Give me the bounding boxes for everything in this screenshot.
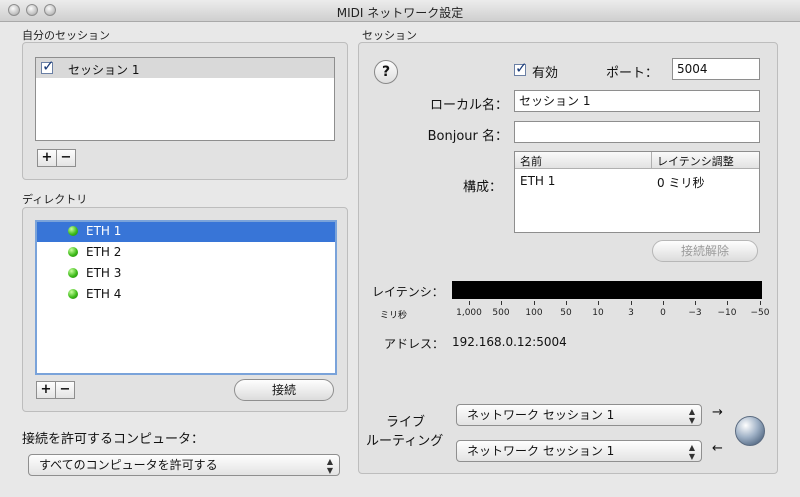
participant-name: ETH 1 xyxy=(520,174,556,188)
status-dot-icon xyxy=(68,226,78,236)
port-field[interactable]: 5004 xyxy=(672,58,760,80)
latency-tick-mark xyxy=(695,301,696,305)
bonjour-field[interactable] xyxy=(514,121,760,143)
remove-directory-button[interactable]: − xyxy=(55,381,75,399)
arrow-left-icon: ← xyxy=(712,441,723,456)
address-value: 192.168.0.12:5004 xyxy=(452,335,567,349)
participants-label: 構成： xyxy=(462,180,502,195)
latency-label: レイテンシ： xyxy=(372,285,444,299)
add-directory-button[interactable]: + xyxy=(36,381,56,399)
list-item[interactable]: ETH 4 xyxy=(68,284,121,304)
live-routing-label-1: ライブ xyxy=(386,415,426,430)
latency-tick-label: 500 xyxy=(492,308,510,318)
latency-tick-label: 0 xyxy=(660,308,666,318)
latency-tick-label: 3 xyxy=(628,308,634,318)
routing-in-popup[interactable]: ネットワーク セッション 1 ▲ ▼ xyxy=(456,404,702,426)
local-name-label: ローカル名： xyxy=(429,98,508,113)
list-item[interactable]: ETH 1 xyxy=(68,221,121,241)
latency-tick-mark xyxy=(631,301,632,305)
session-enabled-checkbox[interactable]: ✓ xyxy=(41,57,55,75)
latency-tick-label: 100 xyxy=(525,308,543,318)
latency-tick-mark xyxy=(598,301,599,305)
table-header: 名前 レイテンシ調整 xyxy=(515,152,759,169)
my-sessions-label: 自分のセッション xyxy=(22,29,110,42)
add-session-button[interactable]: + xyxy=(37,149,57,167)
chevron-updown-icon: ▲ ▼ xyxy=(326,457,333,475)
address-label: アドレス： xyxy=(384,337,445,351)
column-latency-header[interactable]: レイテンシ調整 xyxy=(657,153,734,169)
disconnect-button[interactable]: 接続解除 xyxy=(652,240,758,262)
allow-popup[interactable]: すべてのコンピュータを許可する ▲ ▼ xyxy=(28,454,340,476)
chevron-updown-icon: ▲ ▼ xyxy=(688,443,695,461)
status-dot-icon xyxy=(68,268,78,278)
help-button[interactable]: ? xyxy=(374,60,398,84)
participant-latency: 0 ミリ秒 xyxy=(657,176,705,190)
latency-tick-label: 50 xyxy=(560,308,572,318)
bonjour-label: Bonjour 名： xyxy=(427,129,508,144)
participants-table[interactable]: 名前 レイテンシ調整 ETH 1 0 ミリ秒 xyxy=(514,151,760,233)
column-divider xyxy=(651,152,652,168)
latency-tick-mark xyxy=(534,301,535,305)
latency-tick-label: −10 xyxy=(717,308,737,318)
window-title: MIDI ネットワーク設定 xyxy=(336,6,464,20)
latency-tick-mark xyxy=(727,301,728,305)
title-bar: MIDI ネットワーク設定 xyxy=(0,0,800,22)
my-sessions-group: ✓ セッション 1 + − xyxy=(22,42,348,180)
status-dot-icon xyxy=(68,247,78,257)
latency-tick-label: 10 xyxy=(592,308,604,318)
session-label: セッション xyxy=(362,29,417,42)
remove-session-button[interactable]: − xyxy=(56,149,76,167)
sessions-list[interactable]: ✓ セッション 1 xyxy=(35,57,335,141)
list-item[interactable]: ✓ セッション 1 xyxy=(36,57,334,78)
table-row[interactable]: ETH 1 0 ミリ秒 xyxy=(515,174,759,192)
latency-tick-mark xyxy=(566,301,567,305)
session-name: セッション 1 xyxy=(68,63,140,77)
column-name-header[interactable]: 名前 xyxy=(520,153,542,169)
list-item[interactable]: ETH 3 xyxy=(68,263,121,283)
directory-label: ディレクトリ xyxy=(22,193,88,206)
globe-icon xyxy=(735,416,765,446)
routing-out-popup[interactable]: ネットワーク セッション 1 ▲ ▼ xyxy=(456,440,702,462)
chevron-updown-icon: ▲ ▼ xyxy=(688,407,695,425)
latency-unit: ミリ秒 xyxy=(380,311,408,321)
latency-tick-mark xyxy=(663,301,664,305)
list-item[interactable]: ETH 2 xyxy=(68,242,121,262)
latency-tick-label: −50 xyxy=(750,308,770,318)
port-label: ポート： xyxy=(606,66,659,81)
latency-tick-label: −3 xyxy=(688,308,702,318)
latency-tick-mark xyxy=(760,301,761,305)
latency-tick-mark xyxy=(469,301,470,305)
status-dot-icon xyxy=(68,289,78,299)
latency-meter xyxy=(452,281,762,299)
arrow-right-icon: → xyxy=(712,405,723,420)
latency-tick-label: 1,000 xyxy=(456,308,482,318)
live-routing-label-2: ルーティング xyxy=(366,434,444,449)
enabled-checkbox[interactable]: ✓ xyxy=(514,59,528,77)
latency-tick-mark xyxy=(501,301,502,305)
allow-label: 接続を許可するコンピュータ： xyxy=(22,432,205,447)
enabled-label: 有効 xyxy=(532,66,559,81)
connect-button[interactable]: 接続 xyxy=(234,379,334,401)
local-name-field[interactable]: セッション 1 xyxy=(514,90,760,112)
